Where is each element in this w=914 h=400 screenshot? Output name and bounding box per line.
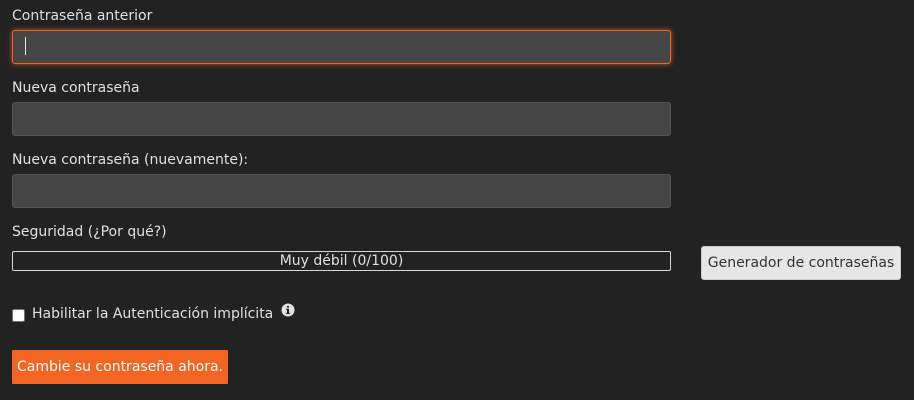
password-generator-button[interactable]: Generador de contraseñas: [701, 246, 901, 280]
info-circle-icon[interactable]: [281, 303, 295, 322]
new-password-repeat-input[interactable]: [12, 174, 671, 208]
implicit-auth-row: Habilitar la Autenticación implícita: [32, 303, 295, 323]
new-password-input[interactable]: [12, 102, 671, 136]
old-password-label: Contraseña anterior: [12, 8, 153, 24]
password-strength-meter: Muy débil (0/100): [12, 251, 671, 271]
text-caret: [25, 37, 26, 55]
password-strength-label: Seguridad (¿Por qué?): [12, 224, 167, 240]
password-strength-text: Muy débil (0/100): [279, 253, 404, 269]
implicit-auth-checkbox[interactable]: [12, 309, 25, 322]
new-password-label: Nueva contraseña: [12, 80, 140, 96]
change-password-button[interactable]: Cambie su contraseña ahora.: [12, 350, 228, 384]
new-password-repeat-label: Nueva contraseña (nuevamente):: [12, 152, 249, 168]
old-password-input[interactable]: [12, 30, 671, 64]
implicit-auth-label[interactable]: Habilitar la Autenticación implícita: [32, 306, 273, 322]
